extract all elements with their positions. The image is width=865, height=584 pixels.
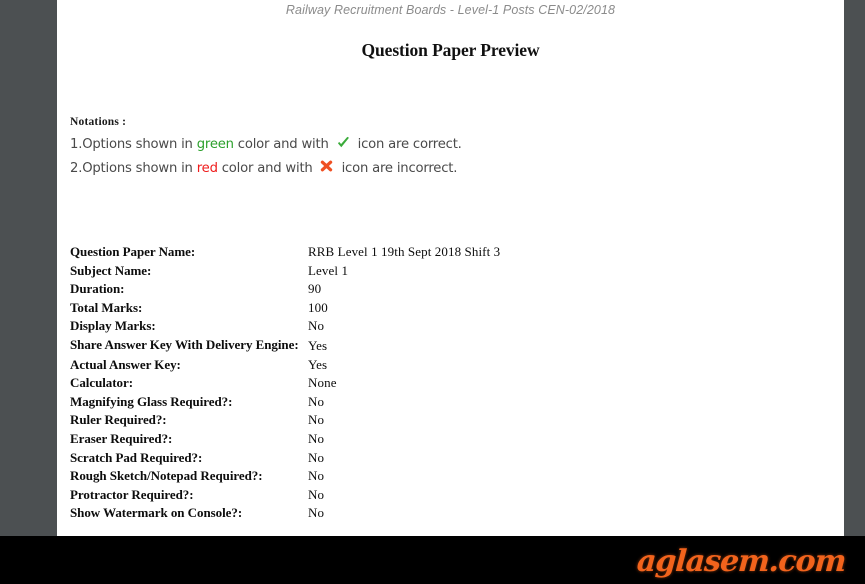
detail-value: Yes bbox=[308, 356, 328, 372]
detail-value: No bbox=[308, 318, 325, 334]
detail-value: RRB Level 1 19th Sept 2018 Shift 3 bbox=[308, 244, 501, 259]
check-mark-icon bbox=[336, 136, 351, 150]
table-row: Question Paper Name: RRB Level 1 19th Sep… bbox=[70, 243, 770, 262]
table-row: Protractor Required?: No bbox=[70, 486, 770, 505]
detail-value: No bbox=[308, 393, 325, 409]
notation-1-color-word: green bbox=[196, 137, 234, 152]
table-row: Show Watermark on Console?: No bbox=[70, 504, 770, 523]
notation-2-text-after: color and with bbox=[217, 161, 317, 176]
table-row: Scratch Pad Required?: No bbox=[70, 449, 770, 468]
table-row: Actual Answer Key: Yes bbox=[70, 356, 770, 375]
table-row: Calculator: None bbox=[70, 374, 770, 393]
detail-label: Protractor Required?: bbox=[70, 486, 194, 502]
detail-label: Eraser Required?: bbox=[70, 430, 173, 446]
detail-label: Calculator: bbox=[70, 375, 133, 391]
table-row: Ruler Required?: No bbox=[70, 411, 770, 430]
detail-value: None bbox=[308, 375, 337, 391]
detail-label: Ruler Required?: bbox=[70, 412, 167, 428]
table-row: Eraser Required?: No bbox=[70, 430, 770, 449]
detail-value: 100 bbox=[308, 299, 328, 315]
detail-label: Duration: bbox=[70, 281, 125, 297]
notation-1-text-before: Options shown in bbox=[82, 137, 197, 152]
notation-1-number: 1. bbox=[70, 137, 83, 152]
notation-2-text-before: Options shown in bbox=[82, 161, 197, 176]
detail-value: No bbox=[308, 430, 325, 446]
detail-label: Display Marks: bbox=[70, 318, 156, 334]
notation-2-text-end: icon are incorrect. bbox=[337, 161, 458, 176]
notation-1-text-end: icon are correct. bbox=[353, 137, 462, 152]
page-title: Question Paper Preview bbox=[361, 40, 540, 60]
detail-value: No bbox=[308, 412, 325, 428]
notations-block: Notations : 1.Options shown in green col… bbox=[70, 116, 670, 181]
table-row: Magnifying Glass Required?: No bbox=[70, 393, 770, 412]
detail-value: No bbox=[308, 486, 325, 502]
watermark-bar: aglasem.com bbox=[0, 536, 865, 584]
table-row: Subject Name: Level 1 bbox=[70, 262, 770, 281]
detail-label: Share Answer Key With Delivery Engine: bbox=[70, 336, 299, 352]
detail-label: Scratch Pad Required?: bbox=[70, 449, 203, 465]
detail-label: Subject Name: bbox=[70, 262, 152, 278]
notation-line-2: 2.Options shown in red color and with ic… bbox=[70, 157, 670, 181]
detail-value: No bbox=[308, 505, 325, 521]
detail-value: 90 bbox=[308, 281, 322, 297]
table-row: Rough Sketch/Notepad Required?: No bbox=[70, 467, 770, 486]
detail-value: Level 1 bbox=[308, 262, 349, 278]
document-page: Railway Recruitment Boards - Level-1 Pos… bbox=[57, 0, 844, 584]
table-row: Total Marks: 100 bbox=[70, 299, 770, 318]
notation-2-color-word: red bbox=[196, 161, 218, 176]
detail-label: Rough Sketch/Notepad Required?: bbox=[70, 468, 263, 484]
table-row: Display Marks: No bbox=[70, 317, 770, 336]
aglasem-logo: aglasem.com bbox=[635, 544, 847, 579]
detail-label: Total Marks: bbox=[70, 299, 143, 315]
detail-label: Question Paper Name: bbox=[70, 244, 196, 259]
notation-2-number: 2. bbox=[70, 161, 83, 176]
detail-value: No bbox=[308, 449, 325, 465]
notations-heading: Notations : bbox=[70, 116, 127, 128]
question-paper-details-table: Question Paper Name: RRB Level 1 19th Sep… bbox=[70, 243, 770, 523]
notation-line-1: 1.Options shown in green color and with … bbox=[70, 133, 670, 157]
table-row: Share Answer Key With Delivery Engine: Ye… bbox=[70, 336, 770, 356]
detail-label: Actual Answer Key: bbox=[70, 356, 181, 372]
cross-mark-icon bbox=[320, 160, 335, 174]
table-row: Duration: 90 bbox=[70, 280, 770, 299]
detail-label: Magnifying Glass Required?: bbox=[70, 393, 233, 409]
details-table-body: Question Paper Name: RRB Level 1 19th Sep… bbox=[70, 243, 770, 523]
detail-value: No bbox=[308, 468, 325, 484]
document-header-line: Railway Recruitment Boards - Level-1 Pos… bbox=[285, 3, 616, 17]
detail-label: Show Watermark on Console?: bbox=[70, 505, 243, 521]
notation-1-text-after: color and with bbox=[233, 137, 333, 152]
detail-value: Yes bbox=[308, 337, 328, 353]
